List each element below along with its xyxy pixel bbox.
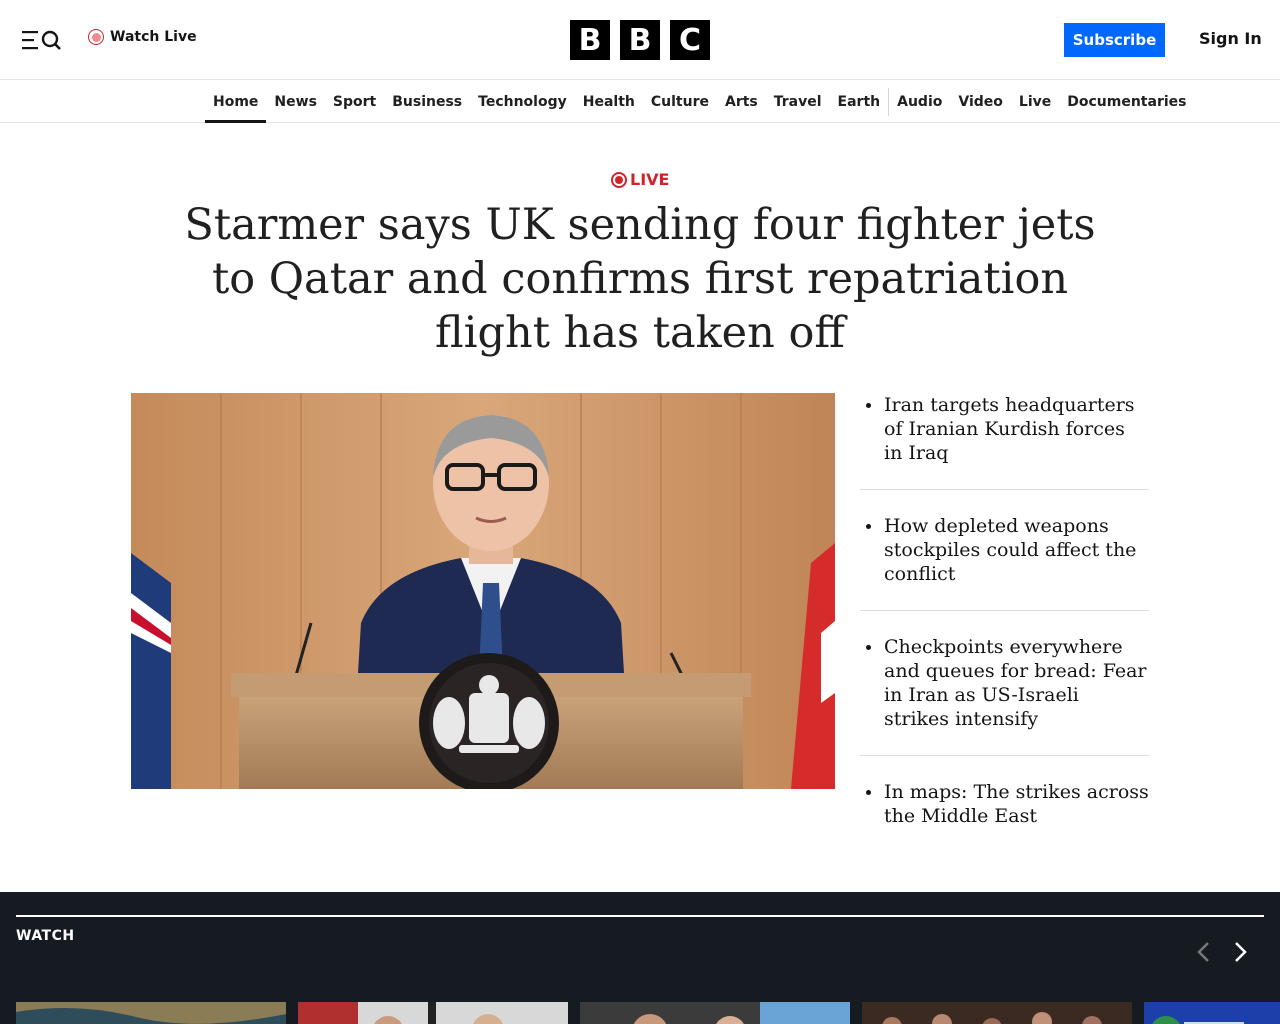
chevron-left-icon [1197,942,1209,962]
nav-item-technology[interactable]: Technology [470,81,575,123]
nav-item-arts[interactable]: Arts [717,81,766,123]
live-badge-label: LIVE [630,170,670,189]
subscribe-button[interactable]: Subscribe [1064,23,1165,57]
watch-heading: WATCH [16,928,75,944]
live-badge: LIVE [611,170,669,189]
verify-thumbnail-image [1144,1002,1280,1024]
watch-section: WATCH [0,892,1280,1024]
live-dot-icon [88,29,104,45]
related-story-link[interactable]: Checkpoints everywhere and queues for br… [860,635,1149,756]
menu-search-button[interactable] [22,28,62,52]
logo-letter: B [570,20,610,60]
watch-live-label: Watch Live [110,29,197,45]
nav-item-video[interactable]: Video [950,81,1011,123]
related-story-link[interactable]: Iran targets headquarters of Iranian Kur… [860,393,1149,490]
video-thumbnail[interactable] [862,1002,1132,1024]
menu-search-icon [22,30,61,50]
logo-letter: C [670,20,710,60]
nav-item-live[interactable]: Live [1011,81,1059,123]
related-story-link[interactable]: How depleted weapons stockpiles could af… [860,514,1149,611]
nav-item-audio[interactable]: Audio [889,81,950,123]
nav-item-news[interactable]: News [266,81,324,123]
related-stories: Iran targets headquarters of Iranian Kur… [860,393,1149,876]
top-bar: Watch Live B B C Subscribe Sign In [0,0,1280,80]
nav-list: Home News Sport Business Technology Heal… [205,81,1194,123]
live-ring-icon [611,171,627,188]
video-thumbnail[interactable] [16,1002,286,1024]
chevron-right-icon [1235,942,1247,962]
carousel-prev-button[interactable] [1192,940,1216,964]
nav-item-sport[interactable]: Sport [325,81,384,123]
press-conference-image [131,393,835,789]
lead-image[interactable] [131,393,835,789]
video-thumbnail[interactable] [298,1002,568,1024]
nav-item-earth[interactable]: Earth [830,81,889,123]
nav-item-business[interactable]: Business [384,81,470,123]
nav-item-documentaries[interactable]: Documentaries [1059,81,1194,123]
nav-item-home[interactable]: Home [205,81,267,123]
nav-item-culture[interactable]: Culture [643,81,717,123]
officials-thumbnail-image [580,1002,850,1024]
bbc-logo[interactable]: B B C [570,20,710,60]
lead-headline[interactable]: Starmer says UK sending four fighter jet… [170,198,1110,360]
nav-item-health[interactable]: Health [575,81,643,123]
map-thumbnail-image [16,1002,286,1024]
logo-letter: B [620,20,660,60]
sign-in-link[interactable]: Sign In [1199,29,1262,48]
watch-live-link[interactable]: Watch Live [88,29,197,45]
video-thumbnail[interactable] [1144,1002,1280,1024]
watch-divider [16,915,1264,917]
related-story-link[interactable]: In maps: The strikes across the Middle E… [860,780,1149,852]
main-nav: Home News Sport Business Technology Heal… [0,81,1280,123]
crowd-thumbnail-image [862,1002,1132,1024]
video-thumbnail[interactable] [580,1002,850,1024]
carousel-next-button[interactable] [1228,940,1252,964]
nav-item-travel[interactable]: Travel [766,81,830,123]
people-thumbnail-image [298,1002,568,1024]
